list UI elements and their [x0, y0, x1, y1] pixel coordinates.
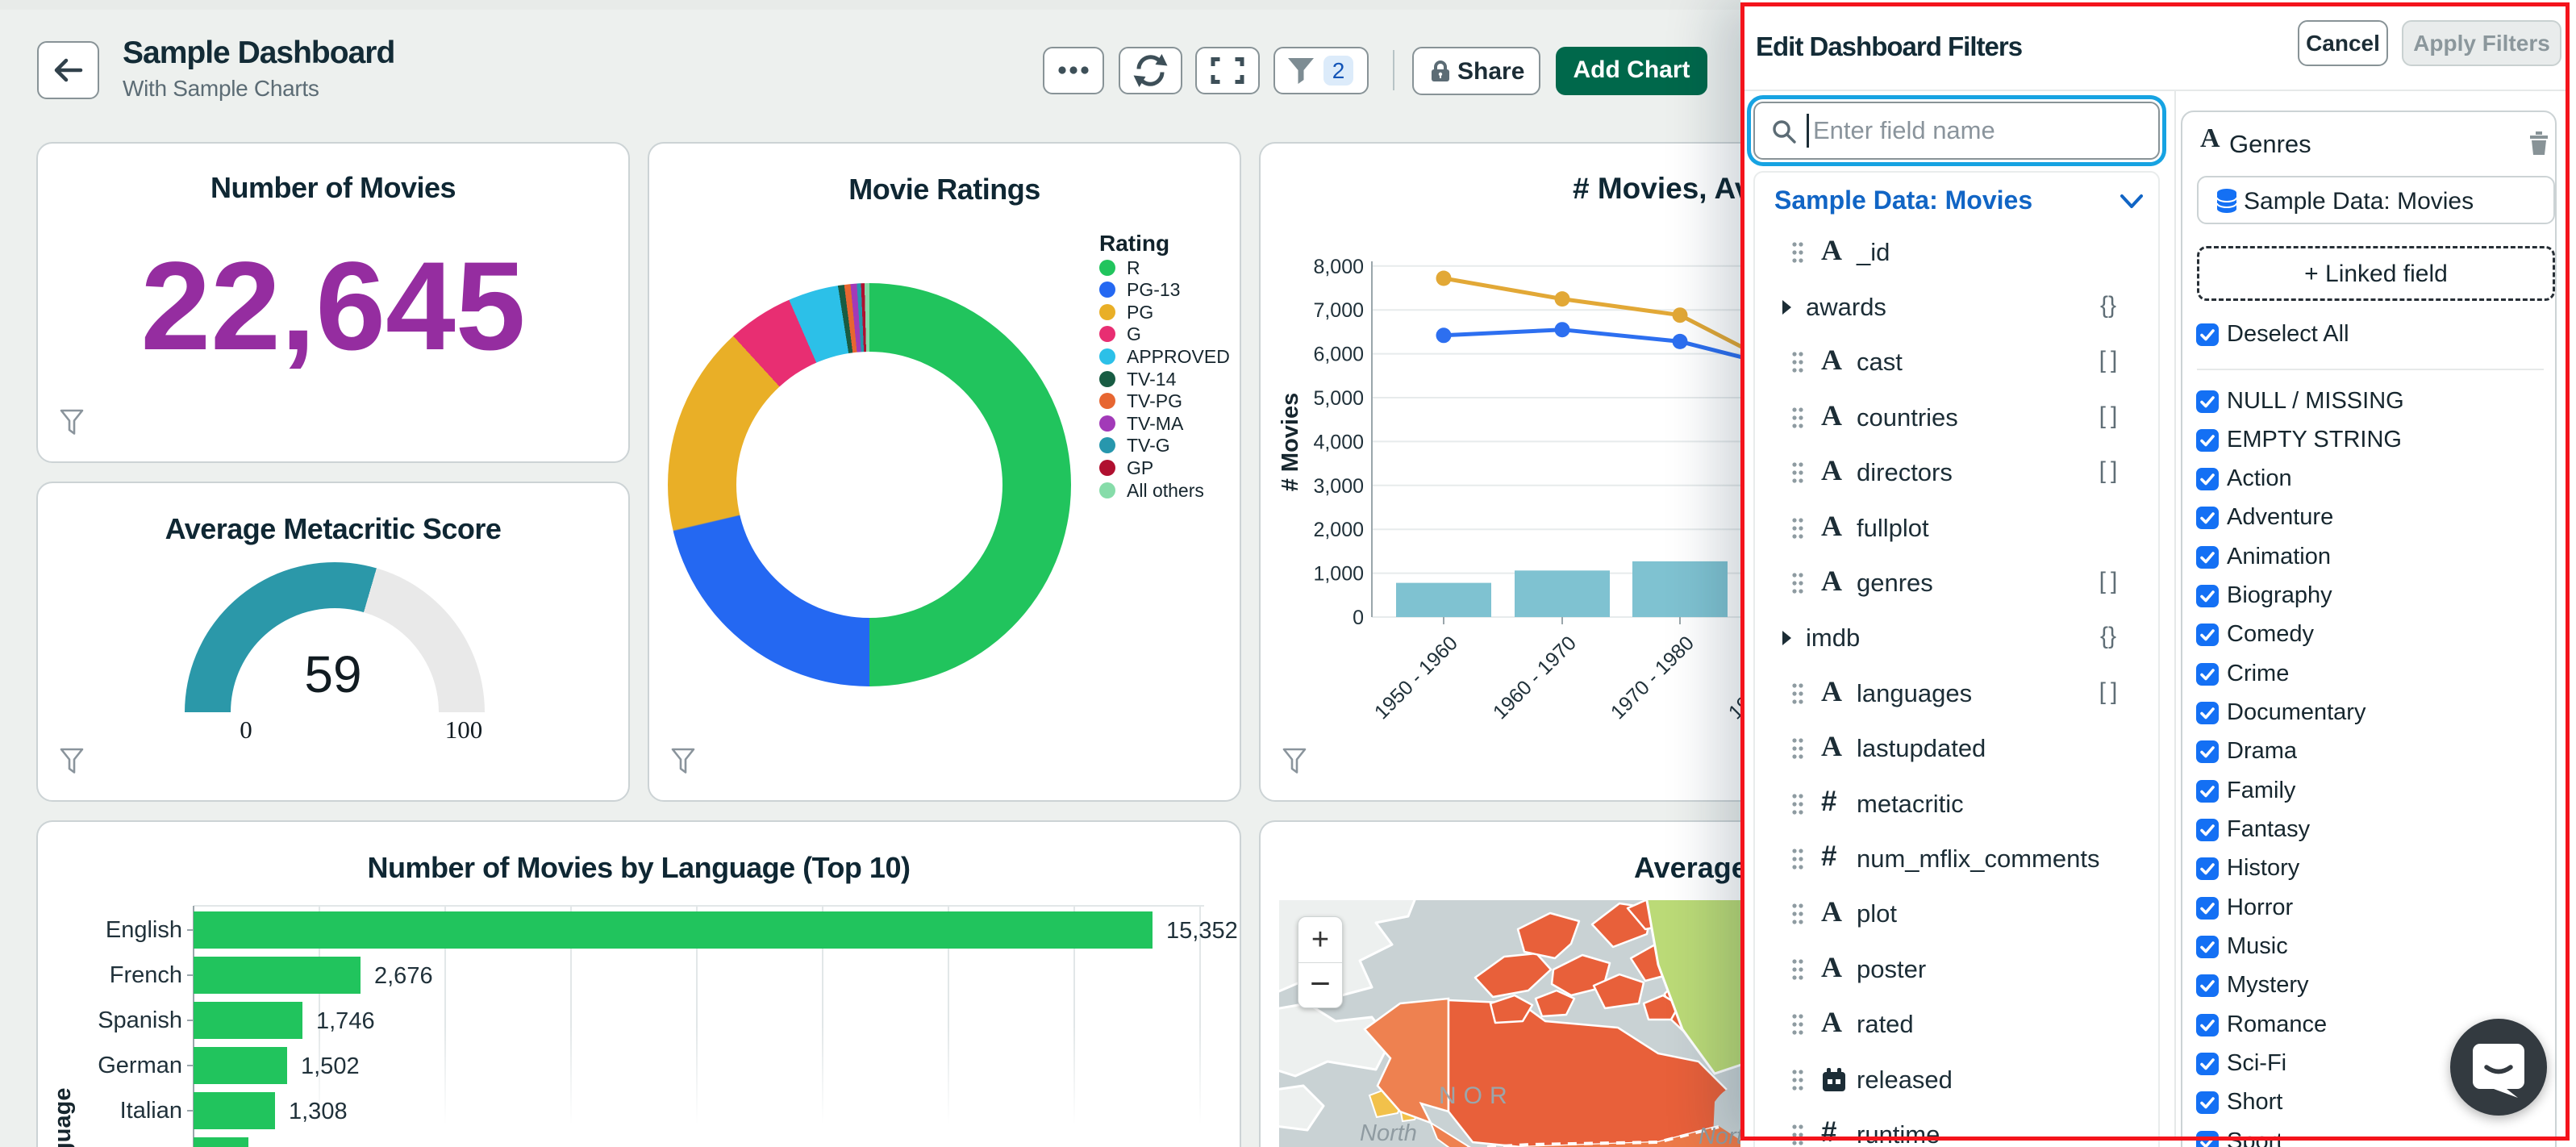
svg-text:1,308: 1,308	[289, 1099, 348, 1124]
svg-text:6,000: 6,000	[1313, 344, 1364, 366]
svg-text:1,502: 1,502	[301, 1053, 360, 1079]
svg-text:1960 - 1970: 1960 - 1970	[1489, 632, 1581, 724]
svg-text:15,352: 15,352	[1166, 918, 1238, 944]
svg-text:2,676: 2,676	[374, 963, 433, 989]
svg-text:3,000: 3,000	[1313, 475, 1364, 498]
svg-text:1,746: 1,746	[316, 1008, 375, 1034]
svg-text:German: German	[98, 1053, 182, 1078]
svg-text:1,000: 1,000	[1313, 563, 1364, 586]
svg-text:7,000: 7,000	[1313, 299, 1364, 322]
svg-text:Language: Language	[50, 1088, 76, 1147]
svg-text:2,000: 2,000	[1313, 519, 1364, 541]
svg-text:1970 - 1980: 1970 - 1980	[1607, 632, 1699, 724]
svg-text:Spanish: Spanish	[98, 1007, 182, 1033]
svg-text:# Movies: # Movies	[1278, 393, 1303, 492]
svg-text:French: French	[110, 962, 182, 988]
svg-text:5,000: 5,000	[1313, 387, 1364, 410]
svg-text:4,000: 4,000	[1313, 431, 1364, 453]
svg-text:NOR: NOR	[1439, 1082, 1515, 1109]
svg-text:1950 - 1960: 1950 - 1960	[1370, 632, 1462, 724]
svg-text:Italian: Italian	[120, 1098, 182, 1124]
svg-text:8,000: 8,000	[1313, 256, 1364, 278]
svg-text:English: English	[106, 917, 182, 943]
svg-text:0: 0	[1353, 607, 1364, 629]
svg-text:North: North	[1360, 1120, 1417, 1146]
